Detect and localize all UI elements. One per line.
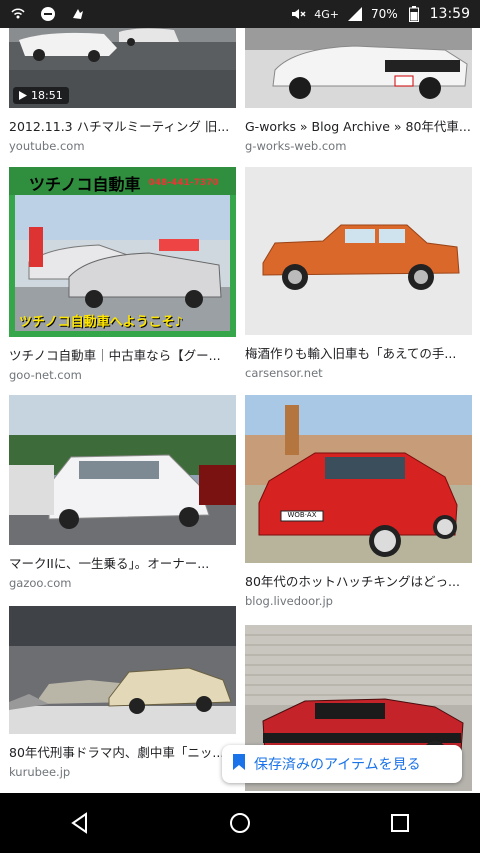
image-result-card[interactable]: 80年代刑事ドラマ内、劇中車「ニッ... kurubee.jp [9,606,236,779]
result-thumbnail[interactable]: WOB·AX 689 [245,395,472,563]
result-source: blog.livedoor.jp [245,594,333,608]
result-thumbnail[interactable]: ツチノコ自動車 048-441-7370 ツチノコ自動車へようこそ♪ [9,167,236,337]
result-source: carsensor.net [245,366,323,380]
license-plate: WOB·AX 689 [287,511,317,519]
video-duration-badge: 18:51 [13,87,69,104]
battery-level: 70% [370,7,398,21]
do-not-disturb-icon [40,6,56,22]
back-icon [71,812,87,834]
signal-icon [347,6,363,22]
battery-icon [406,6,422,22]
image-result-card[interactable]: マークIIに、一生乗る」。オーナー... gazoo.com [9,395,236,590]
result-caption[interactable]: 2012.11.3 ハチマルミーティング 旧... [9,116,236,135]
view-saved-items-label: 保存済みのアイテムを見る [254,757,421,773]
shop-sign: ツチノコ自動車 048-441-7370 [29,171,219,195]
result-thumbnail[interactable] [245,28,472,108]
result-caption[interactable]: 80年代のホットハッチキングはどっ... [245,571,472,590]
recent-apps-icon [391,814,409,832]
vowifi-icon [10,6,26,22]
image-result-card[interactable]: 梅酒作りも輸入旧車も「あえての手... carsensor.net [245,167,472,380]
shop-sign-title: ツチノコ自動車 [29,175,141,194]
recent-apps-button[interactable] [376,799,424,847]
result-source: g-works-web.com [245,139,347,153]
result-source: kurubee.jp [9,765,71,779]
status-bar: 4G+ 70% 13:59 [0,0,480,28]
result-caption[interactable]: ツチノコ自動車｜中古車なら【グー... [9,345,236,364]
clock: 13:59 [429,6,470,22]
video-duration: 18:51 [31,89,63,102]
result-caption[interactable]: G-works » Blog Archive » 80年代車... [245,116,472,135]
image-result-card[interactable]: 18:51 2012.11.3 ハチマルミーティング 旧... youtube.… [9,28,236,153]
system-navigation-bar [0,793,480,853]
result-thumbnail[interactable]: 18:51 [9,28,236,108]
result-source: youtube.com [9,139,85,153]
result-caption[interactable]: 80年代刑事ドラマ内、劇中車「ニッ... [9,742,236,761]
network-type: 4G+ [314,7,339,21]
image-result-card[interactable]: ツチノコ自動車 048-441-7370 ツチノコ自動車へようこそ♪ ツチノコ自… [9,167,236,382]
image-result-card[interactable]: WOB·AX 689 80年代のホットハッチキングはどっ... blog.liv… [245,395,472,608]
result-thumbnail[interactable] [9,606,236,734]
result-source: goo-net.com [9,368,82,382]
result-source: gazoo.com [9,576,72,590]
shop-sign-phone: 048-441-7370 [148,178,219,188]
mute-icon [290,6,306,22]
app-notification-icon [70,6,86,22]
result-caption[interactable]: マークIIに、一生乗る」。オーナー... [9,553,236,572]
result-thumbnail[interactable] [245,167,472,335]
home-icon [230,813,250,833]
bookmark-icon [232,753,246,775]
back-button[interactable] [56,799,104,847]
result-thumbnail[interactable] [9,395,236,545]
home-button[interactable] [216,799,264,847]
play-icon [19,91,27,100]
result-caption[interactable]: 梅酒作りも輸入旧車も「あえての手... [245,343,472,362]
image-results-grid: 18:51 2012.11.3 ハチマルミーティング 旧... youtube.… [0,28,480,793]
image-result-card[interactable]: G-works » Blog Archive » 80年代車... g-work… [245,28,472,153]
welcome-banner: ツチノコ自動車へようこそ♪ [19,315,183,330]
view-saved-items-button[interactable]: 保存済みのアイテムを見る [222,745,462,783]
